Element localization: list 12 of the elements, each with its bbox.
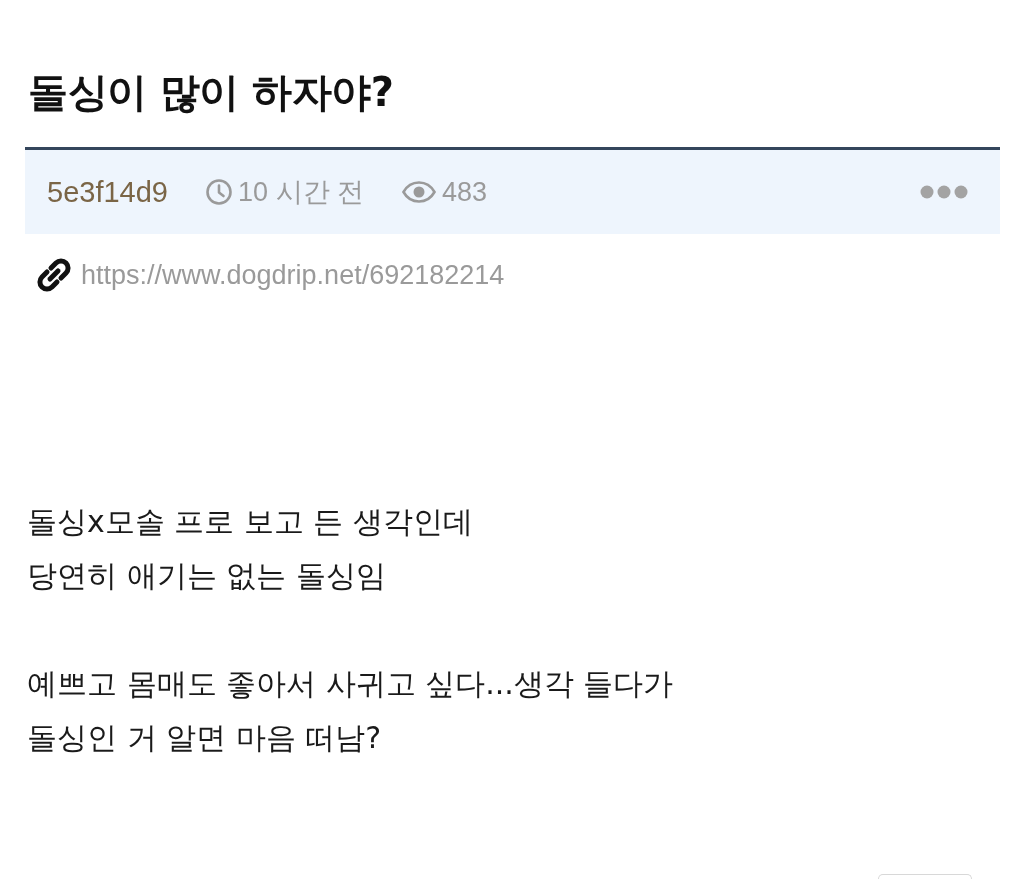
author-name: 5e3f14d9 bbox=[47, 175, 168, 209]
post-paragraph: 돌싱x모솔 프로 보고 든 생각인데 당연히 애기는 없는 돌싱임 bbox=[27, 503, 474, 595]
more-icon bbox=[920, 185, 968, 199]
clock-icon bbox=[205, 179, 232, 205]
post-url-link[interactable]: https://www.dogdrip.net/692182214 bbox=[81, 259, 505, 291]
view-count: 483 bbox=[442, 176, 488, 208]
post-paragraph: 예쁘고 몸매도 좋아서 사귀고 싶다...생각 들다가 돌싱인 거 알면 마음 떠남? bbox=[27, 665, 675, 757]
link-icon bbox=[37, 258, 71, 292]
post-title: 돌싱이 많이 하자야? bbox=[28, 68, 395, 117]
more-button[interactable] bbox=[920, 185, 968, 199]
post-time: 10 시간 전 bbox=[237, 176, 364, 209]
eye-icon bbox=[402, 181, 436, 203]
